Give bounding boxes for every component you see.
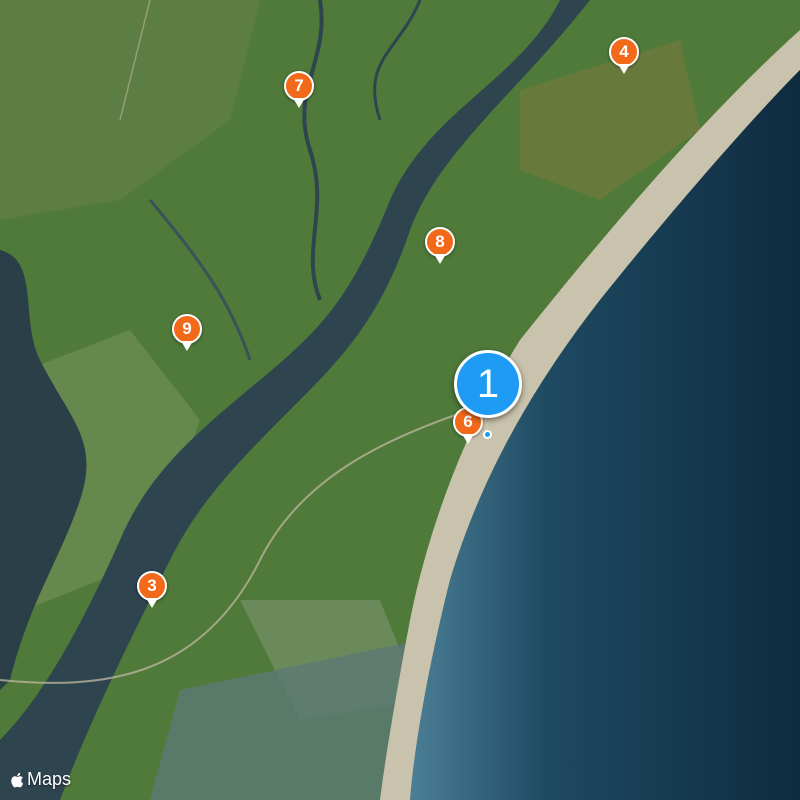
pin-label: 4 — [609, 37, 639, 67]
map-pin-4[interactable]: 4 — [609, 37, 639, 77]
pin-tail — [618, 64, 630, 74]
selected-pin-label: 1 — [476, 361, 500, 406]
map-pin-8[interactable]: 8 — [425, 227, 455, 267]
map-view[interactable]: 4 7 8 9 6 3 1 Maps — [0, 0, 800, 800]
map-attribution[interactable]: Maps — [10, 769, 71, 790]
satellite-imagery — [0, 0, 800, 800]
map-pin-9[interactable]: 9 — [172, 314, 202, 354]
apple-logo-icon — [11, 772, 24, 787]
attribution-text: Maps — [27, 769, 72, 789]
pin-label: 9 — [172, 314, 202, 344]
pin-label: 7 — [284, 71, 314, 101]
selected-map-pin-1[interactable]: 1 — [454, 350, 522, 418]
map-pin-3[interactable]: 3 — [137, 571, 167, 611]
pin-label: 3 — [137, 571, 167, 601]
map-pin-7[interactable]: 7 — [284, 71, 314, 111]
pin-tail — [181, 341, 193, 351]
pin-tail — [434, 254, 446, 264]
pin-tail — [293, 98, 305, 108]
pin-tail — [146, 598, 158, 608]
location-dot — [483, 430, 492, 439]
pin-label: 8 — [425, 227, 455, 257]
pin-tail — [462, 434, 474, 444]
